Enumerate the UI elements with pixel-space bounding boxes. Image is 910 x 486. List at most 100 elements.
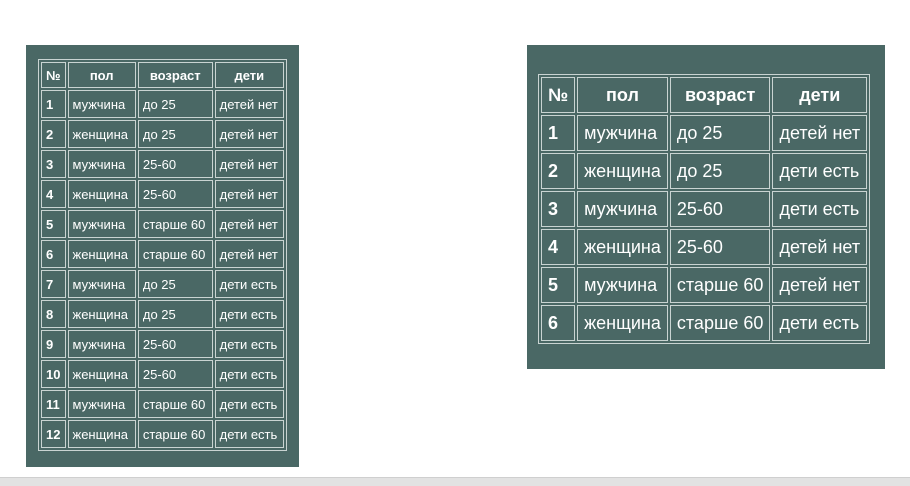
- table-header-row: № пол возраст дети: [541, 77, 868, 113]
- cell-age: до 25: [137, 120, 213, 148]
- cell-children: детей нет: [772, 267, 868, 303]
- cell-number: 11: [41, 390, 66, 418]
- cell-age: 25-60: [137, 150, 213, 178]
- cell-children: дети есть: [772, 191, 868, 227]
- cell-gender: мужчина: [577, 267, 668, 303]
- cell-number: 5: [541, 267, 576, 303]
- cell-children: дети есть: [214, 420, 284, 448]
- cell-children: дети есть: [772, 305, 868, 341]
- cell-age: до 25: [137, 300, 213, 328]
- table-row: 7 мужчина до 25 дети есть: [41, 270, 284, 298]
- cell-age: 25-60: [137, 360, 213, 388]
- cell-number: 1: [541, 115, 576, 151]
- table-row: 8 женщина до 25 дети есть: [41, 300, 284, 328]
- table-row: 1 мужчина до 25 детей нет: [541, 115, 868, 151]
- cell-number: 8: [41, 300, 66, 328]
- table-row: 2 женщина до 25 дети есть: [541, 153, 868, 189]
- cell-children: детей нет: [214, 150, 284, 178]
- cell-children: дети есть: [214, 360, 284, 388]
- cell-age: 25-60: [137, 330, 213, 358]
- cell-number: 6: [41, 240, 66, 268]
- cell-children: детей нет: [214, 90, 284, 118]
- cell-number: 3: [41, 150, 66, 178]
- cell-age: 25-60: [137, 180, 213, 208]
- header-age: возраст: [669, 77, 771, 113]
- cell-children: детей нет: [214, 210, 284, 238]
- table-row: 4 женщина 25-60 детей нет: [41, 180, 284, 208]
- cell-gender: женщина: [67, 240, 136, 268]
- right-data-table: № пол возраст дети 1 мужчина до 25 детей не…: [538, 74, 871, 344]
- table-row: 5 мужчина старше 60 детей нет: [41, 210, 284, 238]
- cell-age: до 25: [137, 90, 213, 118]
- header-age: возраст: [137, 62, 213, 88]
- cell-age: до 25: [669, 153, 771, 189]
- cell-number: 5: [41, 210, 66, 238]
- table-row: 2 женщина до 25 детей нет: [41, 120, 284, 148]
- cell-gender: женщина: [67, 300, 136, 328]
- header-number: №: [541, 77, 576, 113]
- cell-age: старше 60: [137, 210, 213, 238]
- cell-children: дети есть: [214, 300, 284, 328]
- cell-gender: женщина: [577, 229, 668, 265]
- left-data-table: № пол возраст дети 1 мужчина до 25 детей не…: [38, 59, 287, 451]
- cell-gender: женщина: [67, 420, 136, 448]
- cell-children: детей нет: [772, 115, 868, 151]
- cell-gender: мужчина: [67, 330, 136, 358]
- cell-number: 9: [41, 330, 66, 358]
- cell-children: дети есть: [214, 270, 284, 298]
- header-gender: пол: [577, 77, 668, 113]
- cell-age: старше 60: [137, 390, 213, 418]
- cell-children: дети есть: [214, 330, 284, 358]
- table-row: 6 женщина старше 60 детей нет: [41, 240, 284, 268]
- cell-number: 2: [541, 153, 576, 189]
- cell-gender: женщина: [67, 360, 136, 388]
- cell-gender: женщина: [577, 305, 668, 341]
- cell-age: старше 60: [669, 305, 771, 341]
- table-row: 9 мужчина 25-60 дети есть: [41, 330, 284, 358]
- cell-gender: мужчина: [67, 390, 136, 418]
- table-row: 10 женщина 25-60 дети есть: [41, 360, 284, 388]
- cell-gender: мужчина: [67, 90, 136, 118]
- left-table-panel: № пол возраст дети 1 мужчина до 25 детей не…: [26, 45, 299, 467]
- cell-children: детей нет: [214, 180, 284, 208]
- header-gender: пол: [67, 62, 136, 88]
- table-row: 12 женщина старше 60 дети есть: [41, 420, 284, 448]
- cell-number: 6: [541, 305, 576, 341]
- cell-age: старше 60: [137, 240, 213, 268]
- cell-number: 2: [41, 120, 66, 148]
- cell-number: 3: [541, 191, 576, 227]
- cell-number: 10: [41, 360, 66, 388]
- cell-age: 25-60: [669, 229, 771, 265]
- cell-children: детей нет: [214, 240, 284, 268]
- cell-age: старше 60: [669, 267, 771, 303]
- right-table-panel: № пол возраст дети 1 мужчина до 25 детей не…: [527, 45, 885, 369]
- table-row: 6 женщина старше 60 дети есть: [541, 305, 868, 341]
- cell-gender: женщина: [67, 120, 136, 148]
- cell-age: старше 60: [137, 420, 213, 448]
- table-row: 5 мужчина старше 60 детей нет: [541, 267, 868, 303]
- cell-children: дети есть: [772, 153, 868, 189]
- cell-number: 7: [41, 270, 66, 298]
- table-row: 11 мужчина старше 60 дети есть: [41, 390, 284, 418]
- cell-children: детей нет: [214, 120, 284, 148]
- table-row: 3 мужчина 25-60 дети есть: [541, 191, 868, 227]
- cell-gender: мужчина: [67, 150, 136, 178]
- cell-number: 4: [41, 180, 66, 208]
- cell-gender: мужчина: [67, 270, 136, 298]
- header-number: №: [41, 62, 66, 88]
- cell-age: 25-60: [669, 191, 771, 227]
- cell-number: 1: [41, 90, 66, 118]
- cell-number: 12: [41, 420, 66, 448]
- cell-gender: мужчина: [577, 191, 668, 227]
- cell-gender: женщина: [577, 153, 668, 189]
- table-header-row: № пол возраст дети: [41, 62, 284, 88]
- table-row: 4 женщина 25-60 детей нет: [541, 229, 868, 265]
- cell-gender: мужчина: [67, 210, 136, 238]
- cell-age: до 25: [137, 270, 213, 298]
- cell-children: дети есть: [214, 390, 284, 418]
- header-children: дети: [214, 62, 284, 88]
- cell-children: детей нет: [772, 229, 868, 265]
- cell-age: до 25: [669, 115, 771, 151]
- header-children: дети: [772, 77, 868, 113]
- table-row: 1 мужчина до 25 детей нет: [41, 90, 284, 118]
